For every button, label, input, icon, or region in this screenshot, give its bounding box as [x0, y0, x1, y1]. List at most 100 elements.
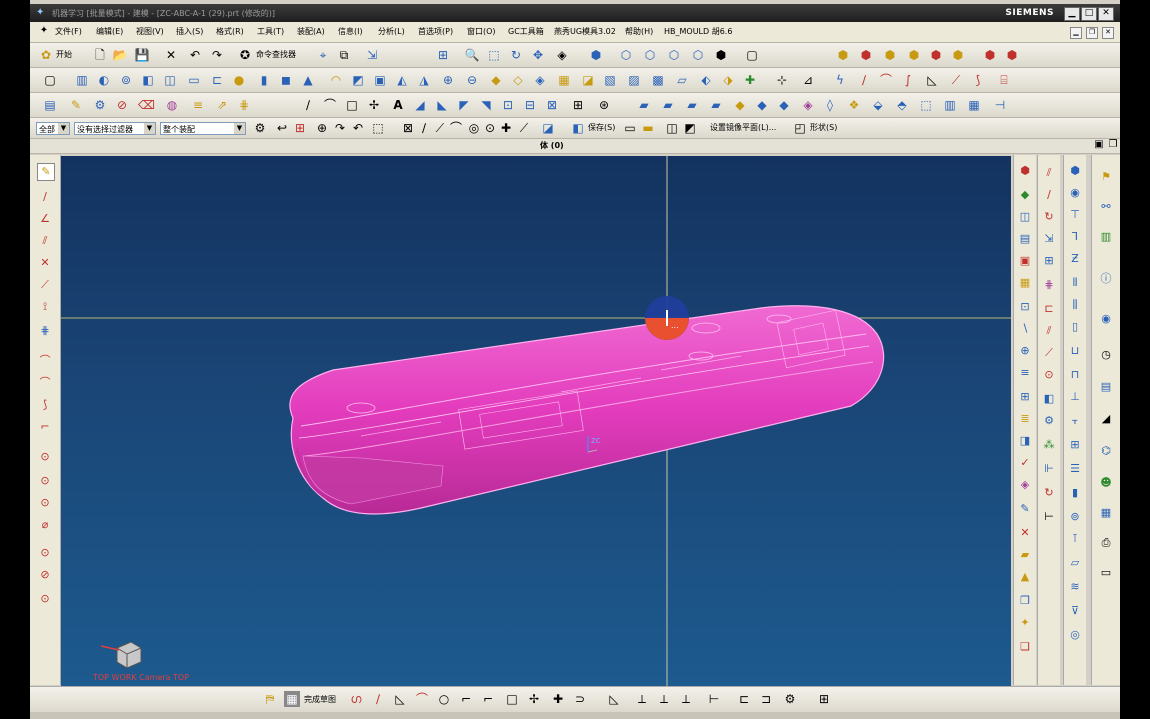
- assembly-navigator-icon[interactable]: ⚑: [1098, 169, 1114, 185]
- polygon-icon[interactable]: ⟋: [948, 72, 964, 88]
- r2-move-icon[interactable]: ⇲: [1041, 231, 1057, 247]
- arc-3pt-icon[interactable]: ⌒: [37, 375, 53, 391]
- r3-eye-icon[interactable]: ◉: [1067, 185, 1083, 201]
- unite-icon[interactable]: ⊕: [440, 72, 456, 88]
- r3-sleeve-icon[interactable]: ▱: [1067, 555, 1083, 571]
- type-filter-select[interactable]: 全部 ▼: [36, 122, 70, 135]
- offset-face-icon[interactable]: ◆: [488, 72, 504, 88]
- sheet-icon-5[interactable]: ◆: [732, 97, 748, 113]
- assembly-icon-1[interactable]: ⬢: [835, 47, 851, 63]
- r3-ejector-icon[interactable]: ⊺: [1067, 531, 1083, 547]
- background-icon[interactable]: ▢: [744, 47, 760, 63]
- r3-slider-icon[interactable]: ⊞: [1067, 437, 1083, 453]
- snap-point-icon[interactable]: ↩: [274, 120, 290, 136]
- sheet-icon-9[interactable]: ◊: [822, 97, 838, 113]
- palette-icon[interactable]: ▦: [1098, 505, 1114, 521]
- arc-icon[interactable]: ⌒: [878, 72, 894, 88]
- mdi-restore-button[interactable]: ❐: [1086, 27, 1098, 39]
- save-button[interactable]: 保存(S): [588, 122, 615, 133]
- r1-hatch-icon[interactable]: ≡: [1017, 365, 1033, 381]
- snap-face-icon[interactable]: ◪: [540, 120, 556, 136]
- move-icon[interactable]: ⇗: [214, 97, 230, 113]
- pocket-icon[interactable]: ◫: [162, 72, 178, 88]
- snap-center-icon[interactable]: ◎: [466, 120, 482, 136]
- cut-icon[interactable]: ✕: [163, 47, 179, 63]
- sheet-icon-12[interactable]: ⬘: [894, 97, 910, 113]
- sheet-icon-15[interactable]: ▦: [966, 97, 982, 113]
- resize-icon[interactable]: ⬗: [720, 72, 736, 88]
- b-inferred-icon[interactable]: ⊏: [736, 691, 752, 707]
- minimize-button[interactable]: ▁: [1064, 7, 1080, 21]
- r1-copy-icon[interactable]: ❐: [1017, 593, 1033, 609]
- save-icon[interactable]: 💾: [134, 47, 150, 63]
- menu-edit[interactable]: 编辑(E): [96, 26, 123, 37]
- snap-cross-icon[interactable]: ✚: [498, 120, 514, 136]
- menu-insert[interactable]: 插入(S): [176, 26, 203, 37]
- view-cube-icon[interactable]: ⬢: [588, 47, 604, 63]
- selection-icon[interactable]: ⧉: [336, 47, 352, 63]
- b-circle-icon[interactable]: ○: [436, 691, 452, 707]
- b-rect-icon[interactable]: □: [504, 691, 520, 707]
- surface-icon-7[interactable]: ⊠: [544, 97, 560, 113]
- r1-target-icon[interactable]: ⊕: [1017, 343, 1033, 359]
- b-plus-icon[interactable]: ✚: [550, 691, 566, 707]
- sheet-icon-10[interactable]: ❖: [846, 97, 862, 113]
- fillet-arc-icon[interactable]: ⟆: [37, 397, 53, 413]
- menu-assembly[interactable]: 装配(A): [297, 26, 325, 37]
- r2-settings-icon[interactable]: ⚙: [1041, 413, 1057, 429]
- sheet-icon-4[interactable]: ▰: [708, 97, 724, 113]
- b-point-icon[interactable]: ✢: [526, 691, 542, 707]
- assembly-icon-6[interactable]: ⬢: [950, 47, 966, 63]
- curve-icon[interactable]: ϟ: [832, 72, 848, 88]
- split-body-icon[interactable]: ◪: [580, 72, 596, 88]
- surface-icon-4[interactable]: ◥: [478, 97, 494, 113]
- sheet-icon-11[interactable]: ⬙: [870, 97, 886, 113]
- r1-check-icon[interactable]: ✓: [1017, 455, 1033, 471]
- zoom-icon[interactable]: 🔍: [464, 47, 480, 63]
- b-layout-icon[interactable]: ⊞: [816, 691, 832, 707]
- snap-end-icon[interactable]: ⊠: [400, 120, 416, 136]
- close-button[interactable]: ✕: [1098, 7, 1114, 21]
- mdi-close-button[interactable]: ✕: [1102, 27, 1114, 39]
- surface-icon-8[interactable]: ⊞: [570, 97, 586, 113]
- rotate-icon[interactable]: ↻: [508, 47, 524, 63]
- process-studio-icon[interactable]: ⌬: [1098, 443, 1114, 459]
- shell-icon[interactable]: ▣: [372, 72, 388, 88]
- r1-diamond-icon[interactable]: ◈: [1017, 477, 1033, 493]
- r2-circle-icon[interactable]: ⊙: [1041, 367, 1057, 383]
- assembly-icon-5[interactable]: ⬢: [928, 47, 944, 63]
- surface-icon-6[interactable]: ⊟: [522, 97, 538, 113]
- scope-select[interactable]: 整个装配 ▼: [160, 122, 246, 135]
- cone-icon[interactable]: ▲: [300, 72, 316, 88]
- circle-radius-icon[interactable]: ⊘: [37, 567, 53, 583]
- sheet-icon-13[interactable]: ⬚: [918, 97, 934, 113]
- b-trim-icon[interactable]: ◺: [606, 691, 622, 707]
- sheet-icon-16[interactable]: ⊣: [992, 97, 1008, 113]
- shape-icon[interactable]: ◰: [792, 120, 808, 136]
- snap-line-icon[interactable]: ∕: [416, 120, 432, 136]
- surface-icon-2[interactable]: ◣: [434, 97, 450, 113]
- b-angle-icon[interactable]: ◺: [392, 691, 408, 707]
- r2-pattern-icon[interactable]: ⁂: [1041, 437, 1057, 453]
- set-mirror-plane-button[interactable]: 设置镜像平面(L)...: [710, 122, 776, 133]
- r1-panel-icon[interactable]: ◨: [1017, 433, 1033, 449]
- sphere-icon[interactable]: ●: [231, 72, 247, 88]
- r3-post-icon[interactable]: ⊓: [1067, 367, 1083, 383]
- r1-layers-icon[interactable]: ❏: [1017, 639, 1033, 655]
- r3-seven-icon[interactable]: ⅂: [1067, 229, 1083, 245]
- corner-arc-icon[interactable]: ⌐: [37, 419, 53, 435]
- assembly-icon-4[interactable]: ⬢: [906, 47, 922, 63]
- undo-icon[interactable]: ↶: [187, 47, 203, 63]
- csys-icon[interactable]: ⊹: [774, 72, 790, 88]
- subtract-icon[interactable]: ⊖: [464, 72, 480, 88]
- parameters-icon[interactable]: ⚙: [92, 97, 108, 113]
- r3-bolt-icon[interactable]: ⫴: [1067, 275, 1083, 291]
- color-icon[interactable]: ◍: [164, 97, 180, 113]
- graphics-viewport[interactable]: ... ZC TOP WORK Camera TOP: [61, 156, 1011, 686]
- slot-icon[interactable]: ⊏: [209, 72, 225, 88]
- mdi-minimize-button[interactable]: ▁: [1070, 27, 1082, 39]
- bisect-line-icon[interactable]: ⟟: [37, 299, 53, 315]
- tangent-line-icon[interactable]: ⟋: [37, 277, 53, 293]
- move-face-icon[interactable]: ⬖: [698, 72, 714, 88]
- hole-icon[interactable]: ⊚: [118, 72, 134, 88]
